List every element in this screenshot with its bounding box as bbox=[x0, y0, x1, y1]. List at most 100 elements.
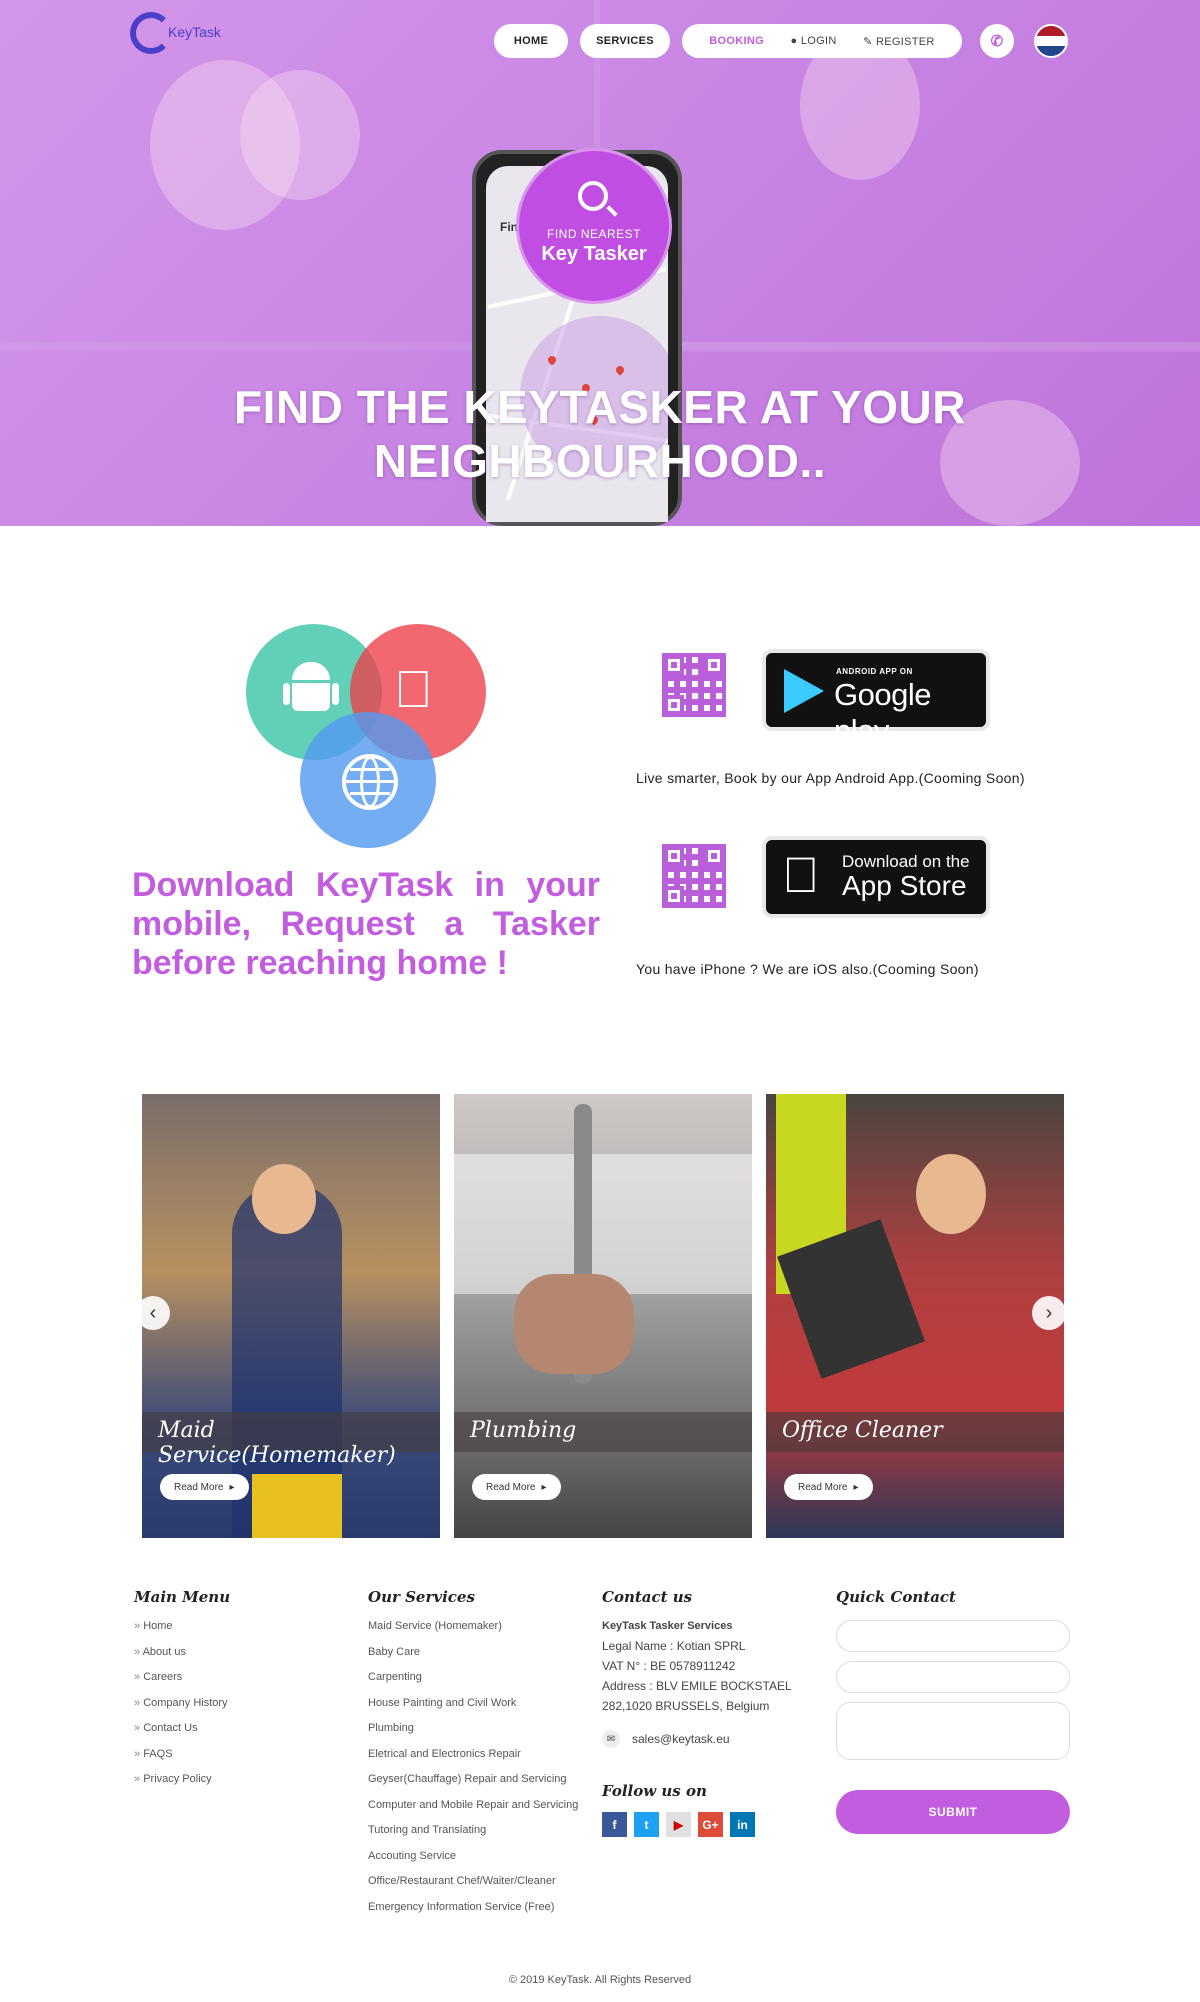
youtube-icon[interactable]: ▶ bbox=[666, 1812, 691, 1837]
key-tasker-label: Key Tasker bbox=[541, 243, 647, 265]
card-title: Maid Service(Homemaker) bbox=[158, 1418, 396, 1468]
submit-button[interactable]: SUBMIT bbox=[836, 1790, 1070, 1834]
card-title: Office Cleaner bbox=[782, 1418, 943, 1443]
footer-service-link[interactable]: Baby Care bbox=[368, 1640, 578, 1666]
footer-link-contact[interactable]: Contact Us bbox=[134, 1716, 228, 1742]
app-store-small-text: Download on the bbox=[842, 852, 970, 871]
card-photo-face bbox=[252, 1164, 316, 1234]
apple-logo-icon:  bbox=[782, 850, 820, 900]
footer-link-faqs[interactable]: FAQS bbox=[134, 1742, 228, 1768]
contact-legal-name: Legal Name : Kotian SPRL bbox=[602, 1639, 746, 1653]
follow-us-title: Follow us on bbox=[602, 1782, 707, 1800]
google-play-text: Google play bbox=[834, 677, 931, 748]
nav-services[interactable]: SERVICES bbox=[580, 24, 670, 58]
download-headline: Download KeyTask in your mobile, Request… bbox=[132, 866, 600, 982]
google-play-small-text: ANDROID APP ON bbox=[836, 667, 913, 676]
footer-services-list: Maid Service (Homemaker) Baby Care Carpe… bbox=[368, 1614, 578, 1920]
globe-icon bbox=[342, 754, 398, 810]
linkedin-icon[interactable]: in bbox=[730, 1812, 755, 1837]
service-card-office-cleaner[interactable]: Office Cleaner Read More ▸ bbox=[766, 1094, 1064, 1538]
footer-service-link[interactable]: Accouting Service bbox=[368, 1844, 578, 1870]
service-card-maid[interactable]: Maid Service(Homemaker) Read More ▸ bbox=[142, 1094, 440, 1538]
carousel-prev-button[interactable]: ‹ bbox=[136, 1296, 170, 1330]
contact-address-line2: 282,1020 BRUSSELS, Belgium bbox=[602, 1699, 770, 1713]
hero-title: FIND THE KEYTASKER AT YOUR NEIGHBOURHOOD… bbox=[234, 381, 966, 487]
footer-contact-title: Contact us bbox=[602, 1588, 693, 1606]
nav-register-label: REGISTER bbox=[876, 35, 935, 48]
find-nearest-label: FIND NEAREST bbox=[546, 227, 641, 241]
facebook-icon[interactable]: f bbox=[602, 1812, 627, 1837]
footer-link-privacy[interactable]: Privacy Policy bbox=[134, 1767, 228, 1793]
footer-service-link[interactable]: Plumbing bbox=[368, 1716, 578, 1742]
footer-service-link[interactable]: Emergency Information Service (Free) bbox=[368, 1895, 578, 1921]
app-store-badge[interactable]:  Download on the App Store bbox=[762, 836, 990, 918]
app-store-text: App Store bbox=[842, 870, 967, 901]
footer-service-link[interactable]: Computer and Mobile Repair and Servicing bbox=[368, 1793, 578, 1819]
nav-home[interactable]: HOME bbox=[494, 24, 568, 58]
nav-booking[interactable]: BOOKING bbox=[709, 35, 764, 47]
read-more-button[interactable]: Read More ▸ bbox=[160, 1474, 249, 1500]
footer-service-link[interactable]: Eletrical and Electronics Repair bbox=[368, 1742, 578, 1768]
hero-banner: KeyTask HOME SERVICES BOOKING ● LOGIN ✎ … bbox=[0, 0, 1200, 526]
social-links: f t ▶ G+ in bbox=[602, 1812, 755, 1837]
read-more-label: Read More bbox=[174, 1481, 224, 1493]
find-nearest-badge[interactable]: FIND NEAREST Key Tasker bbox=[516, 148, 672, 304]
footer-service-link[interactable]: House Painting and Civil Work bbox=[368, 1691, 578, 1717]
footer-link-company-history[interactable]: Company History bbox=[134, 1691, 227, 1717]
footer-contact-info: KeyTask Tasker Services Legal Name : Kot… bbox=[602, 1616, 792, 1716]
user-icon: ● bbox=[790, 35, 798, 47]
footer-service-link[interactable]: Office/Restaurant Chef/Waiter/Cleaner bbox=[368, 1869, 578, 1895]
contact-email-text: sales@keytask.eu bbox=[632, 1732, 730, 1746]
service-card-plumbing[interactable]: Plumbing Read More ▸ bbox=[454, 1094, 752, 1538]
quick-contact-message-field[interactable] bbox=[836, 1702, 1070, 1760]
quick-contact-name-field[interactable] bbox=[836, 1620, 1070, 1652]
nav-login[interactable]: ● LOGIN bbox=[791, 35, 837, 47]
google-plus-icon[interactable]: G+ bbox=[698, 1812, 723, 1837]
android-caption: Live smarter, Book by our App Android Ap… bbox=[636, 770, 1025, 786]
hero-photo-baby bbox=[240, 70, 360, 200]
envelope-icon: ✉ bbox=[602, 1730, 620, 1748]
carousel-next-button[interactable]: › bbox=[1032, 1296, 1066, 1330]
card-title: Plumbing bbox=[470, 1418, 577, 1443]
chevron-left-icon: ‹ bbox=[149, 1301, 157, 1324]
footer-link-about[interactable]: About us bbox=[134, 1640, 228, 1666]
footer-service-link[interactable]: Carpenting bbox=[368, 1665, 578, 1691]
main-nav: HOME SERVICES BOOKING ● LOGIN ✎ REGISTER… bbox=[0, 24, 1200, 58]
phone-icon[interactable]: ✆ bbox=[980, 24, 1014, 58]
footer-link-careers[interactable]: Careers bbox=[134, 1665, 228, 1691]
language-flag-netherlands[interactable] bbox=[1034, 24, 1068, 58]
qr-code-ios bbox=[660, 842, 728, 910]
twitter-icon[interactable]: t bbox=[634, 1812, 659, 1837]
read-more-button[interactable]: Read More ▸ bbox=[472, 1474, 561, 1500]
contact-address-line1: Address : BLV EMILE BOCKSTAEL bbox=[602, 1679, 792, 1693]
android-icon bbox=[283, 662, 339, 714]
google-play-badge[interactable]: ANDROID APP ON Google play bbox=[762, 649, 990, 748]
read-more-label: Read More bbox=[486, 1481, 536, 1493]
apple-icon:  bbox=[394, 660, 433, 720]
footer-service-link[interactable]: Geyser(Chauffage) Repair and Servicing bbox=[368, 1767, 578, 1793]
edit-icon: ✎ bbox=[863, 35, 873, 48]
read-more-label: Read More bbox=[798, 1481, 848, 1493]
chevron-right-icon: › bbox=[1045, 1301, 1053, 1324]
copyright: © 2019 KeyTask. All Rights Reserved bbox=[508, 1974, 692, 1986]
contact-vat: VAT N° : BE 0578911242 bbox=[602, 1659, 736, 1673]
quick-contact-email-field[interactable] bbox=[836, 1661, 1070, 1693]
card-photo-hands bbox=[514, 1274, 634, 1374]
chevron-right-icon: ▸ bbox=[853, 1481, 859, 1493]
footer-link-home[interactable]: Home bbox=[134, 1614, 228, 1640]
card-photo-gloves bbox=[252, 1474, 342, 1538]
footer-service-link[interactable]: Tutoring and Translating bbox=[368, 1818, 578, 1844]
read-more-button[interactable]: Read More ▸ bbox=[784, 1474, 873, 1500]
nav-account-group: BOOKING ● LOGIN ✎ REGISTER bbox=[682, 24, 962, 58]
quick-contact-title: Quick Contact bbox=[836, 1588, 956, 1606]
contact-email[interactable]: ✉ sales@keytask.eu bbox=[602, 1730, 730, 1748]
footer-main-menu-title: Main Menu bbox=[134, 1588, 231, 1606]
chevron-right-icon: ▸ bbox=[541, 1481, 547, 1493]
footer-service-link[interactable]: Maid Service (Homemaker) bbox=[368, 1614, 578, 1640]
qr-code-android bbox=[660, 651, 728, 719]
nav-register[interactable]: ✎ REGISTER bbox=[863, 35, 935, 48]
card-photo-face bbox=[916, 1154, 986, 1234]
google-play-icon bbox=[784, 669, 824, 713]
chevron-right-icon: ▸ bbox=[229, 1481, 235, 1493]
card-photo-sink bbox=[454, 1154, 752, 1294]
